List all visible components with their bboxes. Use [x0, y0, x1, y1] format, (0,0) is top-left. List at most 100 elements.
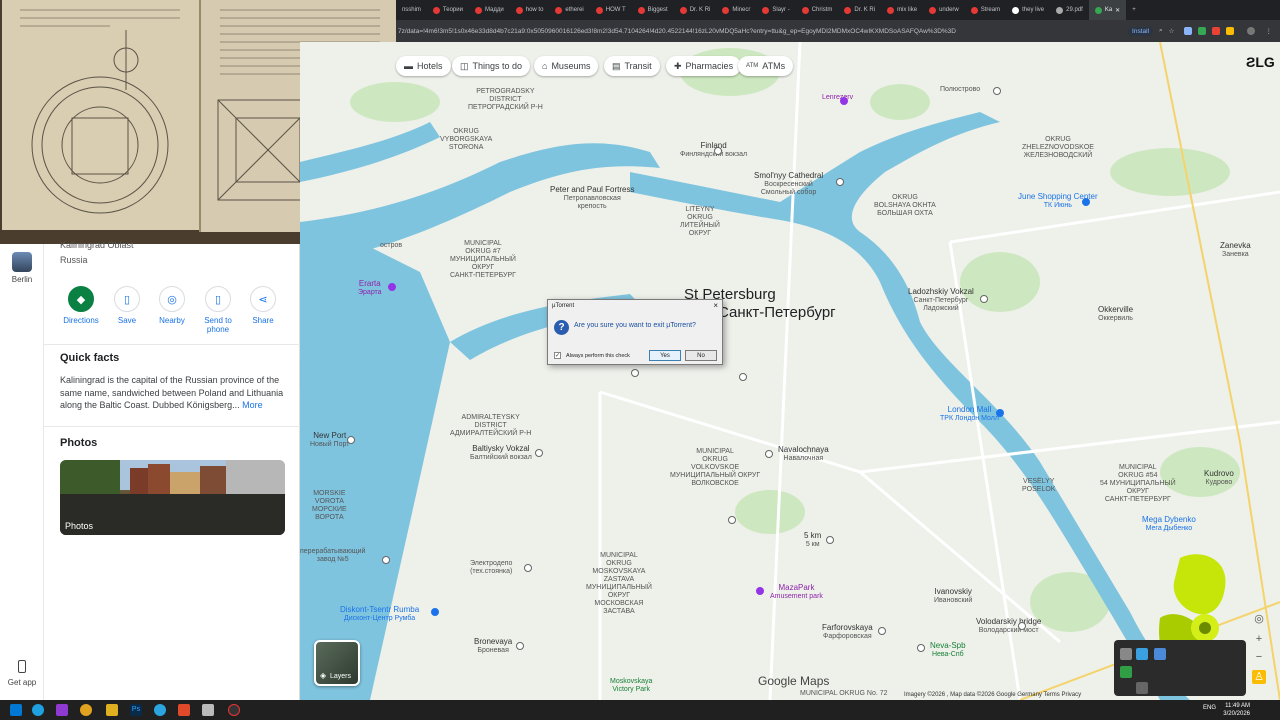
browser-tab[interactable]: how to [510, 0, 550, 20]
place-pin[interactable] [524, 564, 532, 572]
edge-icon[interactable] [32, 704, 44, 716]
youtube-icon [555, 6, 563, 14]
chip-atms[interactable]: ATM ATMs [738, 56, 794, 76]
my-location-icon[interactable]: ◎ [1252, 612, 1266, 626]
park-pin[interactable] [756, 587, 764, 595]
photos-thumbnail[interactable]: Photos [60, 460, 285, 535]
pegman-icon[interactable]: ♙ [1252, 670, 1266, 684]
more-link[interactable]: More [242, 400, 263, 410]
station-pin[interactable] [980, 295, 988, 303]
browser-tab[interactable]: Теории [427, 0, 469, 20]
chip-pharmacies[interactable]: ✚ Pharmacies [666, 56, 742, 76]
install-app-button[interactable]: Install [1128, 26, 1154, 36]
new-tab-button[interactable]: + [1126, 0, 1142, 20]
no-button[interactable]: No [685, 350, 717, 361]
bookmark-star-icon[interactable]: ☆ [1169, 27, 1175, 35]
browser-tab[interactable]: Dr. K Ri [838, 0, 881, 20]
close-tab-icon[interactable]: ✕ [1115, 7, 1120, 14]
file-explorer-icon[interactable] [106, 704, 118, 716]
directions-button[interactable]: ◆ Directions [57, 286, 105, 325]
clock[interactable]: 11:49 AM 3/20/2026 [1223, 702, 1250, 718]
station-pin[interactable] [878, 627, 886, 635]
browser-tab[interactable]: etherei [549, 0, 589, 20]
bridge-pin[interactable] [1018, 622, 1026, 630]
browser-tab[interactable]: 29.pdf [1050, 0, 1089, 20]
zoom-out-button[interactable]: − [1252, 650, 1266, 664]
station-pin[interactable] [826, 536, 834, 544]
usb-icon[interactable] [1136, 682, 1148, 694]
browser-tab[interactable]: Slayr - [756, 0, 795, 20]
shopping-pin[interactable] [1082, 198, 1090, 206]
chip-hotels[interactable]: ▬ Hotels [396, 56, 451, 76]
browser-tab[interactable]: they live [1006, 0, 1050, 20]
map-footer[interactable]: Imagery ©2026 , Map data ©2026 Google Ge… [904, 692, 1081, 698]
start-icon[interactable] [10, 704, 22, 716]
save-button[interactable]: ▯ Save [103, 286, 151, 325]
chrome-icon[interactable] [80, 704, 92, 716]
browser-tab[interactable]: HOW T [590, 0, 632, 20]
browser-tab[interactable]: Мадди [469, 0, 510, 20]
station-pin[interactable] [765, 450, 773, 458]
layers-button[interactable]: ◈ Layers [314, 640, 360, 686]
app-icon[interactable] [202, 704, 214, 716]
station-pin[interactable] [516, 642, 524, 650]
station-pin[interactable] [728, 516, 736, 524]
menu-kebab-icon[interactable]: ⋮ [1266, 27, 1273, 35]
close-icon[interactable]: × [713, 301, 718, 310]
place-pin[interactable] [836, 178, 844, 186]
zoom-icon[interactable]: ⌕ [1159, 27, 1163, 35]
youtube-icon [595, 6, 603, 14]
nearby-button[interactable]: ◎ Nearby [148, 286, 196, 325]
language-indicator[interactable]: ENG [1203, 705, 1216, 711]
place-pin[interactable] [917, 644, 925, 652]
museum-pin[interactable] [388, 283, 396, 291]
app-icon[interactable] [178, 704, 190, 716]
recent-place-label[interactable]: Berlin [0, 275, 44, 284]
utorrent-icon[interactable] [1120, 666, 1132, 678]
send-to-phone-button[interactable]: ▯ Send to phone [194, 286, 242, 334]
extension-icon[interactable] [1211, 27, 1220, 35]
telegram-icon[interactable] [154, 704, 166, 716]
get-app-link[interactable]: Get app [0, 678, 44, 687]
browser-tab[interactable]: mix like [881, 0, 923, 20]
place-pin[interactable] [382, 556, 390, 564]
browser-tab[interactable]: Minecr [716, 0, 756, 20]
url-field[interactable]: 7z/data=!4m6!3m5!1s0x46e33d8d4b7c21a9:0x… [396, 28, 1128, 35]
station-pin[interactable] [993, 87, 1001, 95]
zoom-in-button[interactable]: + [1252, 632, 1266, 646]
nearby-icon: ◎ [159, 286, 185, 312]
shopping-pin[interactable] [996, 409, 1004, 417]
browser-tab-active[interactable]: Ka ✕ [1088, 0, 1127, 20]
extension-icon[interactable] [1183, 27, 1192, 35]
app-icon[interactable] [56, 704, 68, 716]
telegram-icon[interactable] [1136, 648, 1148, 660]
extension-icon[interactable] [1225, 27, 1234, 35]
share-button[interactable]: ⋖ Share [239, 286, 287, 325]
browser-tab[interactable]: пsshim [396, 0, 427, 20]
browser-tab[interactable]: Biggest [632, 0, 674, 20]
extension-icon[interactable] [1197, 27, 1206, 35]
map-canvas[interactable]: ▬ Hotels ◫ Things to do ⌂ Museums ▤ Transit … [300, 42, 1280, 700]
browser-tab[interactable]: Dr. K Ri [674, 0, 717, 20]
browser-tab[interactable]: underw [923, 0, 965, 20]
obs-icon[interactable] [228, 704, 240, 716]
profile-avatar-icon[interactable] [1246, 27, 1255, 35]
station-pin[interactable] [535, 449, 543, 457]
tray-app-icon[interactable] [1120, 648, 1132, 660]
chip-transit[interactable]: ▤ Transit [604, 56, 660, 76]
always-check-checkbox[interactable]: ✓ [554, 352, 561, 359]
station-pin[interactable] [714, 147, 722, 155]
shopping-pin[interactable] [431, 608, 439, 616]
recent-place-thumbnail[interactable] [12, 252, 32, 272]
browser-tab[interactable]: Christm [796, 0, 839, 20]
tray-app-icon[interactable] [1154, 648, 1166, 660]
station-pin[interactable] [631, 369, 639, 377]
chip-things-to-do[interactable]: ◫ Things to do [452, 56, 531, 76]
browser-tab[interactable]: Stream [965, 0, 1006, 20]
station-pin[interactable] [739, 373, 747, 381]
yes-button[interactable]: Yes [649, 350, 681, 361]
place-pin[interactable] [840, 97, 848, 105]
chip-museums[interactable]: ⌂ Museums [534, 56, 599, 76]
station-pin[interactable] [347, 436, 355, 444]
photoshop-icon[interactable]: Ps [130, 704, 142, 716]
